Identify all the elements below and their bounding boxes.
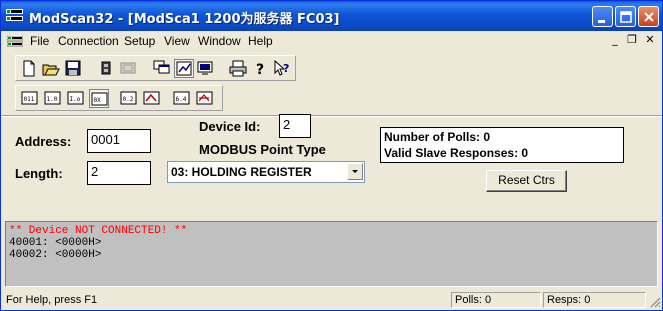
- device-id-label: Device Id:: [199, 119, 261, 134]
- window-title: ModScan32 - [ModSca1 1200为服务器 FC03]: [29, 12, 340, 27]
- help-icon: ?: [256, 62, 264, 78]
- maximize-button[interactable]: [615, 6, 636, 27]
- write-register-icon: [143, 91, 160, 105]
- point-type-label: MODBUS Point Type: [199, 142, 326, 157]
- save-icon: [65, 60, 81, 76]
- svg-text:?: ?: [256, 62, 264, 78]
- modscan-window: ModScan32 - [ModSca1 1200为服务器 FC03] File…: [0, 0, 663, 311]
- device-id-field[interactable]: 2: [279, 114, 311, 138]
- mdi-minimize-icon[interactable]: _: [608, 33, 622, 47]
- svg-text:0X: 0X: [94, 97, 102, 104]
- preset-registers-button[interactable]: [195, 89, 215, 108]
- new-file-button[interactable]: [19, 59, 39, 78]
- mdi-restore-icon[interactable]: ❐: [625, 33, 639, 47]
- resize-grip-icon[interactable]: [649, 296, 661, 308]
- svg-text:6.4: 6.4: [176, 96, 187, 103]
- menu-window[interactable]: Window: [198, 34, 241, 48]
- coil-status-button[interactable]: 011: [20, 89, 40, 108]
- menu-connection[interactable]: Connection: [58, 34, 119, 48]
- input-status-button[interactable]: 1.0: [43, 89, 63, 108]
- main-toolbar: ? ?: [15, 55, 296, 81]
- document-icon[interactable]: [7, 36, 23, 47]
- length-field[interactable]: 2: [87, 161, 151, 185]
- maximize-icon: [620, 11, 632, 23]
- connect-icon: [101, 61, 111, 75]
- status-help-text: For Help, press F1: [6, 294, 98, 306]
- input-status-icon: 1.0: [44, 91, 61, 105]
- save-button[interactable]: [63, 59, 83, 78]
- dropdown-button[interactable]: [347, 163, 363, 180]
- svg-text:011: 011: [24, 96, 35, 103]
- polls-count: Number of Polls: 0: [384, 130, 491, 144]
- holding-register-icon: 0X: [91, 92, 108, 106]
- print-button[interactable]: [228, 59, 248, 78]
- disconnect-icon: [120, 62, 136, 74]
- preset-registers-icon: [196, 91, 213, 105]
- force-coils-button[interactable]: 6.4: [172, 89, 192, 108]
- force-coils-icon: 6.4: [173, 91, 190, 105]
- register-data-area[interactable]: ** Device NOT CONNECTED! ** 40001: <0000…: [5, 221, 658, 287]
- title-bar[interactable]: ModScan32 - [ModSca1 1200为服务器 FC03]: [1, 1, 662, 31]
- function-toolbar: 011 1.0 I.o 0X 0.2 6.4: [15, 85, 223, 111]
- open-button[interactable]: [41, 59, 61, 78]
- status-bar: For Help, press F1 Polls: 0 Resps: 0: [1, 290, 662, 310]
- context-help-button[interactable]: ?: [272, 59, 292, 78]
- status-resps: Resps: 0: [543, 292, 646, 308]
- print-icon: [229, 60, 247, 77]
- chevron-down-icon: [352, 170, 358, 173]
- display-button[interactable]: [196, 59, 216, 78]
- input-register-icon: I.o: [67, 91, 84, 105]
- minimize-icon: [598, 20, 605, 23]
- register-row[interactable]: 40002: <0000H>: [9, 249, 101, 261]
- menu-view[interactable]: View: [164, 34, 190, 48]
- display-icon: [197, 61, 213, 75]
- connection-error-text: ** Device NOT CONNECTED! **: [9, 225, 188, 237]
- connect-button[interactable]: [96, 59, 116, 78]
- input-register-button[interactable]: I.o: [66, 89, 86, 108]
- point-type-value: 03: HOLDING REGISTER: [171, 165, 312, 179]
- write-coil-icon: 0.2: [120, 91, 137, 105]
- svg-text:I.o: I.o: [70, 96, 81, 103]
- menu-file[interactable]: File: [30, 34, 49, 48]
- write-register-button[interactable]: [142, 89, 162, 108]
- mdi-close-icon[interactable]: ✕: [643, 33, 657, 47]
- open-folder-icon: [42, 64, 60, 76]
- close-icon: [644, 12, 654, 22]
- svg-text:1.0: 1.0: [47, 96, 58, 103]
- status-polls: Polls: 0: [451, 292, 541, 308]
- svg-text:?: ?: [283, 62, 289, 75]
- write-coil-button[interactable]: 0.2: [119, 89, 139, 108]
- help-button[interactable]: ?: [250, 59, 270, 78]
- reset-counters-button[interactable]: Reset Ctrs: [486, 170, 567, 192]
- address-field[interactable]: 0001: [87, 129, 151, 153]
- tile-windows-icon: [153, 60, 170, 74]
- poll-stats-box: Number of Polls: 0 Valid Slave Responses…: [380, 127, 624, 163]
- context-help-icon: ?: [274, 59, 289, 76]
- holding-register-button[interactable]: 0X: [89, 89, 109, 108]
- menu-bar: File Connection Setup View Window Help _…: [1, 31, 662, 51]
- point-type-select[interactable]: 03: HOLDING REGISTER: [167, 161, 365, 183]
- length-label: Length:: [15, 166, 63, 181]
- register-row[interactable]: 40001: <0000H>: [9, 237, 101, 249]
- toolbar-separator: [1, 115, 662, 117]
- minimize-button[interactable]: [592, 6, 613, 27]
- address-label: Address:: [15, 134, 72, 149]
- menu-help[interactable]: Help: [248, 34, 273, 48]
- disconnect-button[interactable]: [118, 59, 138, 78]
- tile-windows-button[interactable]: [152, 59, 172, 78]
- graph-icon: [176, 61, 192, 76]
- graph-button[interactable]: [174, 59, 194, 78]
- menu-setup[interactable]: Setup: [124, 34, 155, 48]
- modscan-app-icon: [6, 9, 23, 21]
- valid-responses-count: Valid Slave Responses: 0: [384, 146, 529, 160]
- svg-text:0.2: 0.2: [123, 96, 134, 103]
- close-button[interactable]: [638, 6, 659, 27]
- new-file-icon: [23, 60, 35, 77]
- coil-status-icon: 011: [21, 91, 38, 105]
